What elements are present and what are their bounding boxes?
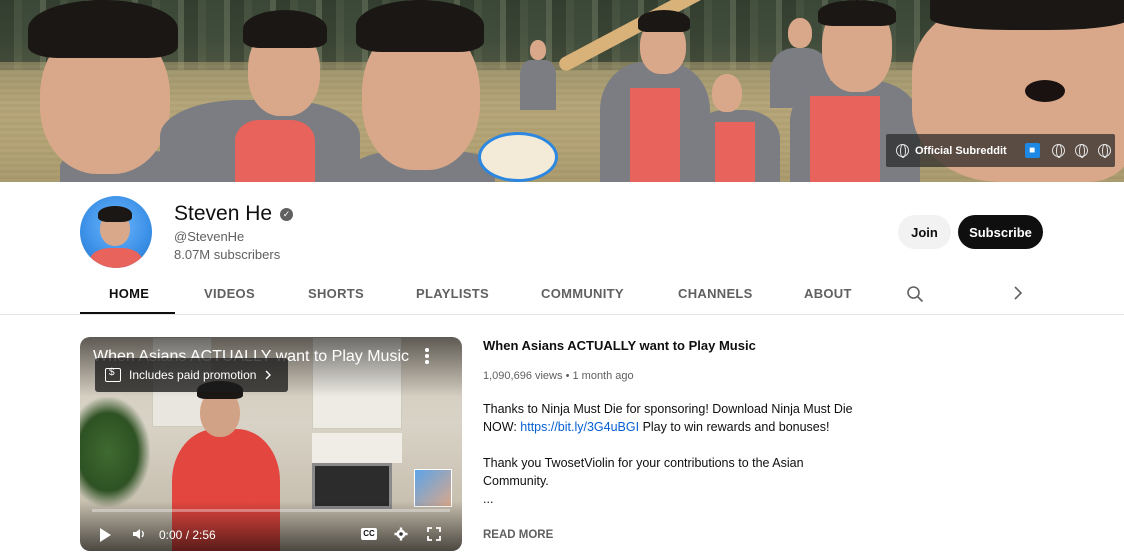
player-progress-bar[interactable] <box>92 509 450 512</box>
description-paragraph: Thank you TwosetViolin for your contribu… <box>483 456 804 488</box>
banner-figure-face <box>788 18 812 48</box>
video-title[interactable]: When Asians ACTUALLY want to Play Music <box>483 338 756 353</box>
video-player[interactable]: When Asians ACTUALLY want to Play Music … <box>80 337 462 551</box>
description-text: Play to win rewards and bonuses! <box>639 420 830 434</box>
tab-home[interactable]: HOME <box>109 286 149 301</box>
tab-about[interactable]: ABOUT <box>804 286 852 301</box>
video-meta: 1,090,696 views • 1 month ago <box>483 370 634 382</box>
player-time: 0:00 / 2:56 <box>159 528 216 542</box>
paid-promotion-badge[interactable]: Includes paid promotion <box>95 358 288 392</box>
fullscreen-icon[interactable] <box>427 527 441 541</box>
channel-banner: Official Subreddit ■ <box>0 0 1124 182</box>
player-plant <box>80 397 150 507</box>
player-cabinet <box>312 433 402 463</box>
banner-figure-nostril <box>1025 80 1065 102</box>
globe-icon[interactable] <box>1051 144 1065 158</box>
chevron-right-icon[interactable] <box>1010 285 1026 301</box>
description-paragraph: Thanks to Ninja Must Die for sponsoring!… <box>483 400 853 436</box>
globe-icon[interactable] <box>1074 144 1088 158</box>
video-age: 1 month ago <box>572 370 634 382</box>
banner-links[interactable]: Official Subreddit ■ <box>886 134 1115 167</box>
channel-tabs: HOME VIDEOS SHORTS PLAYLISTS COMMUNITY C… <box>0 272 1124 315</box>
banner-figure-body <box>520 60 556 110</box>
avatar-shirt <box>90 248 142 268</box>
play-icon[interactable] <box>100 528 111 542</box>
banner-figure-face <box>712 74 742 112</box>
globe-icon[interactable] <box>1097 144 1111 158</box>
description-ellipsis: ... <box>483 492 494 506</box>
banner-figure-hair <box>28 0 178 58</box>
channel-handle: @StevenHe <box>174 229 245 244</box>
channel-name-row: Steven He ✓ <box>174 202 294 226</box>
video-description: Thanks to Ninja Must Die for sponsoring!… <box>483 400 853 508</box>
banner-figure-hair <box>930 0 1124 30</box>
video-views: 1,090,696 views <box>483 370 563 382</box>
channel-subscriber-count: 8.07M subscribers <box>174 247 281 262</box>
banner-figure-face <box>530 40 546 60</box>
search-icon[interactable] <box>906 285 924 303</box>
banner-figure-shirt <box>630 88 680 182</box>
read-more-button[interactable]: READ MORE <box>483 529 553 541</box>
chevron-right-icon <box>265 370 272 380</box>
meta-separator: • <box>565 370 570 382</box>
check-circle-icon: ✓ <box>280 207 294 221</box>
description-link[interactable]: https://bit.ly/3G4uBGI <box>520 420 639 434</box>
active-tab-indicator <box>80 312 175 314</box>
paid-promotion-icon <box>105 367 121 382</box>
channel-name: Steven He <box>174 202 273 225</box>
cart-icon[interactable]: ■ <box>1024 143 1040 158</box>
more-vert-icon[interactable] <box>424 348 430 366</box>
banner-figure-shirt <box>235 120 315 182</box>
paid-promotion-label: Includes paid promotion <box>129 368 257 382</box>
tab-videos[interactable]: VIDEOS <box>204 286 255 301</box>
volume-icon[interactable] <box>132 527 146 541</box>
banner-figure-shirt <box>715 122 755 182</box>
captions-button[interactable]: CC <box>361 528 377 540</box>
banner-figure-hair <box>243 10 327 48</box>
tab-playlists[interactable]: PLAYLISTS <box>416 286 489 301</box>
gear-icon[interactable] <box>394 527 408 541</box>
banner-figure-hair <box>356 0 484 52</box>
avatar-hair <box>98 206 132 222</box>
banner-figure-shirt <box>810 96 880 182</box>
tab-channels[interactable]: CHANNELS <box>678 286 753 301</box>
tab-shorts[interactable]: SHORTS <box>308 286 364 301</box>
banner-figure-hair <box>638 10 690 32</box>
globe-icon <box>896 144 909 158</box>
tab-community[interactable]: COMMUNITY <box>541 286 624 301</box>
join-button[interactable]: Join <box>898 215 951 249</box>
banner-figure-hair <box>818 0 896 26</box>
banner-link-subreddit[interactable]: Official Subreddit <box>915 145 1007 157</box>
channel-avatar[interactable] <box>80 196 152 268</box>
subscribe-button[interactable]: Subscribe <box>958 215 1043 249</box>
banner-catchers-mitt <box>478 132 558 182</box>
